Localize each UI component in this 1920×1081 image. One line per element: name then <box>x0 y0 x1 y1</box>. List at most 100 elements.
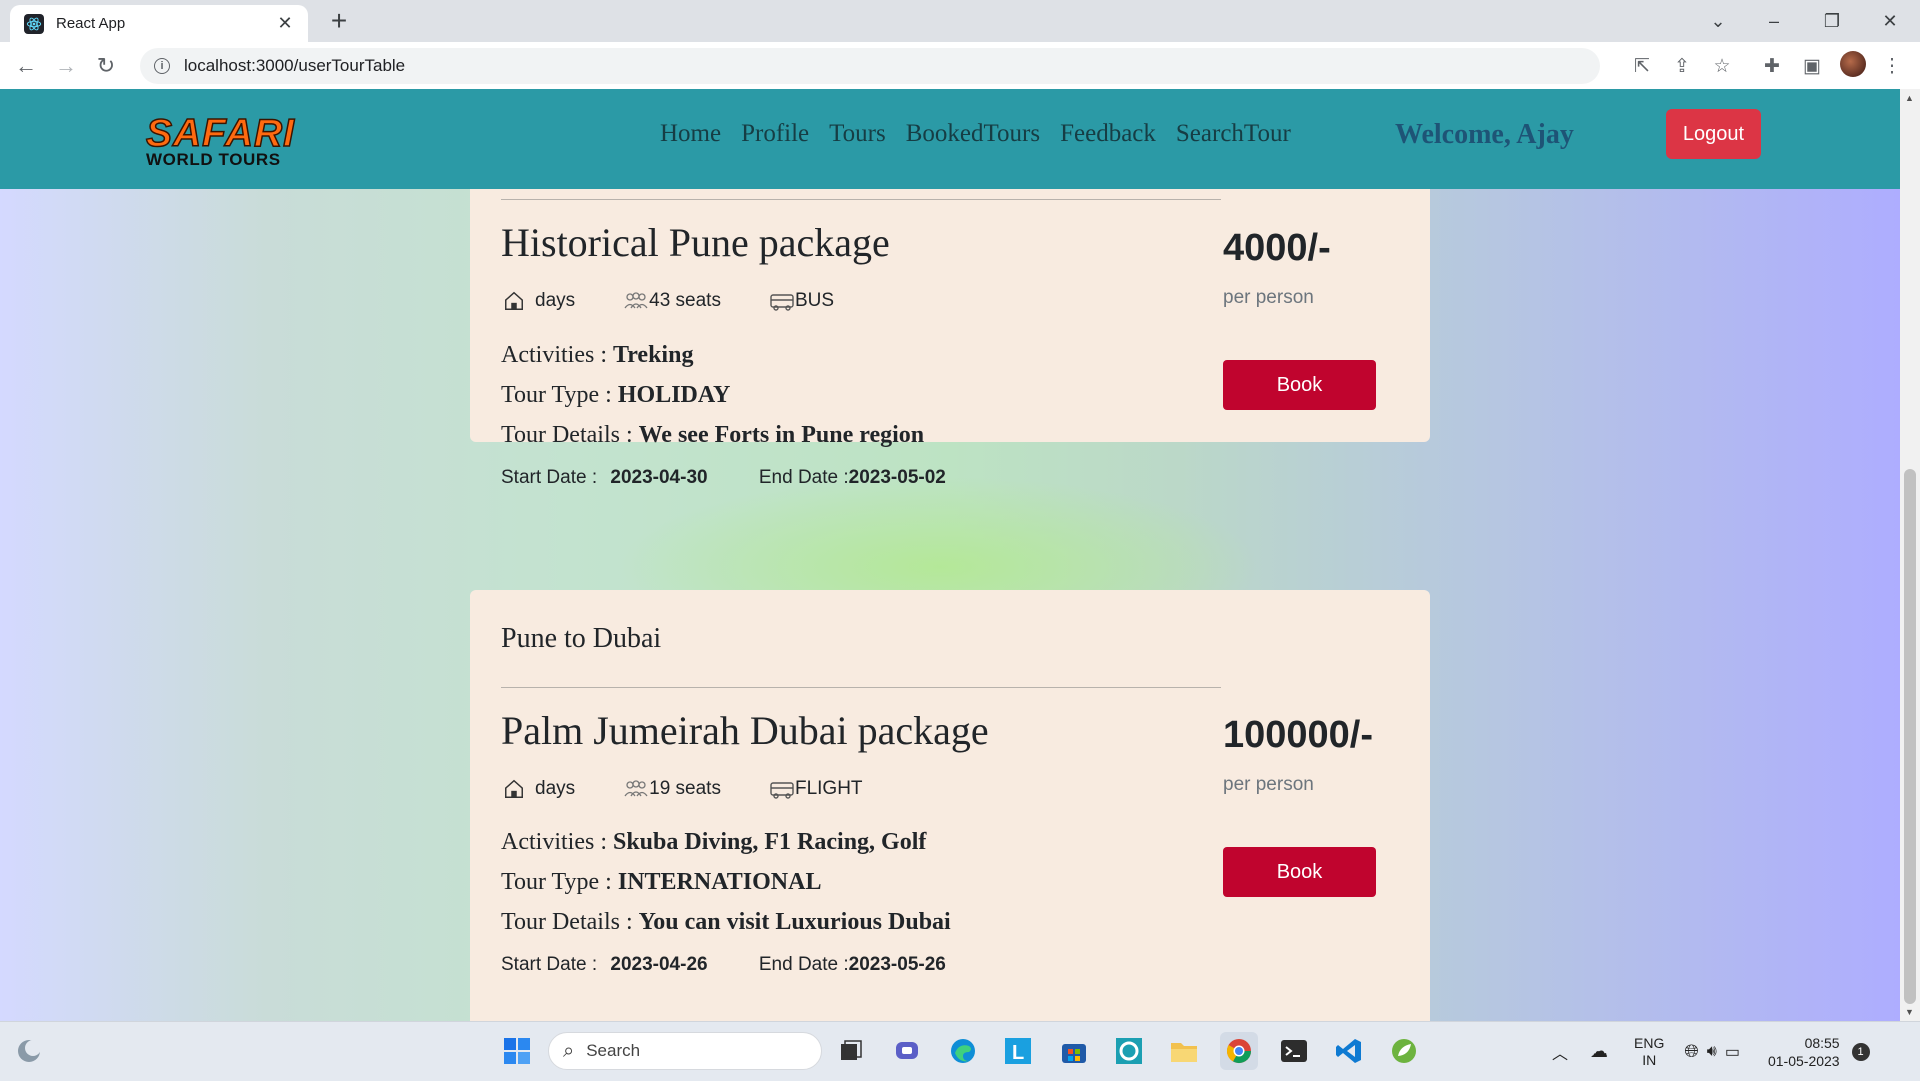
battery-icon[interactable]: ▭ <box>1725 1042 1740 1062</box>
teams-chat-icon[interactable] <box>888 1032 926 1070</box>
close-tab-icon[interactable]: ✕ <box>274 13 296 34</box>
language-indicator[interactable]: ENG IN <box>1634 1035 1664 1069</box>
tour-type-label: Tour Type : <box>501 869 612 895</box>
site-info-icon[interactable]: i <box>154 58 170 74</box>
tour-type-value: INTERNATIONAL <box>617 869 822 895</box>
side-panel-icon[interactable]: ▣ <box>1797 51 1827 81</box>
restore-window-icon[interactable]: ❐ <box>1810 6 1854 36</box>
seats-count: 43 seats <box>649 290 721 311</box>
card-divider <box>501 687 1221 688</box>
tour-type-label: Tour Type : <box>501 382 612 408</box>
tour-details-line: Tour Details : We see Forts in Pune regi… <box>501 422 924 449</box>
tour-route: Pune to Dubai <box>501 623 662 654</box>
tour-dates-line: Start Date : 2023-04-26 End Date :2023-0… <box>501 954 946 976</box>
weather-widget-icon[interactable] <box>10 1032 48 1070</box>
bookmark-star-icon[interactable]: ☆ <box>1707 51 1737 81</box>
task-view-icon[interactable] <box>832 1032 870 1070</box>
show-hidden-icons-chevron-icon[interactable]: ︿ <box>1552 1040 1568 1064</box>
url-text[interactable]: localhost:3000/userTourTable <box>184 56 405 76</box>
tour-name: Palm Jumeirah Dubai package <box>501 708 989 753</box>
nav-link-profile[interactable]: Profile <box>741 120 809 148</box>
activities-label: Activities : <box>501 342 607 368</box>
house-icon <box>501 289 527 313</box>
clock[interactable]: 08:55 01-05-2023 <box>1768 1034 1840 1070</box>
people-icon <box>623 289 649 313</box>
cortana-icon[interactable] <box>1110 1032 1148 1070</box>
windows-taskbar: ⌕ Search L ︿ ☁ ENG IN 🌐︎ 🔊︎ ▭ 08:55 01-0… <box>0 1021 1920 1081</box>
notification-badge[interactable]: 1 <box>1851 1042 1870 1061</box>
card-divider <box>501 199 1221 200</box>
activities-label: Activities : <box>501 829 607 855</box>
start-date-label: Start Date : <box>501 954 598 975</box>
svg-text:L: L <box>1012 1042 1024 1064</box>
page-scrollbar[interactable]: ▲ ▼ <box>1900 89 1920 1021</box>
transport-mode: BUS <box>794 290 835 311</box>
tour-card: Pune to Dubai Palm Jumeirah Dubai packag… <box>470 590 1430 1021</box>
spring-tool-suite-icon[interactable] <box>1385 1032 1423 1070</box>
safari-logo[interactable]: SAFARI WORLD TOURS <box>145 113 318 168</box>
start-date-label: Start Date : <box>501 467 598 488</box>
end-date-label: End Date : <box>758 954 849 975</box>
new-tab-button[interactable]: + <box>324 6 354 36</box>
vehicle-icon <box>769 777 795 801</box>
open-in-app-icon[interactable]: ⇱ <box>1627 51 1657 81</box>
microsoft-store-icon[interactable] <box>1055 1032 1093 1070</box>
start-windows-icon[interactable] <box>498 1032 536 1070</box>
tour-details-value: You can visit Luxurious Dubai <box>638 909 951 935</box>
tour-type-line: Tour Type : HOLIDAY <box>501 382 730 409</box>
back-arrow-icon[interactable]: ← <box>10 50 42 82</box>
minimize-window-icon[interactable]: – <box>1752 6 1796 36</box>
clock-date: 01-05-2023 <box>1767 1052 1840 1069</box>
browser-tab-strip: React App ✕ + ⌄ – ❐ ✕ <box>0 0 1920 42</box>
tab-search-chevron-icon[interactable]: ⌄ <box>1696 6 1740 36</box>
tour-details-value: We see Forts in Pune region <box>638 422 925 448</box>
seats-count: 19 seats <box>649 778 721 799</box>
tour-details-label: Tour Details : <box>501 909 633 935</box>
logout-button[interactable]: Logout <box>1666 109 1761 159</box>
days-label: days <box>535 290 576 311</box>
tour-details-label: Tour Details : <box>501 422 633 448</box>
close-window-icon[interactable]: ✕ <box>1868 6 1912 36</box>
nav-link-home[interactable]: Home <box>660 120 721 148</box>
onedrive-cloud-icon[interactable]: ☁ <box>1590 1041 1608 1062</box>
reload-icon[interactable]: ↻ <box>90 50 122 82</box>
l-app-icon[interactable]: L <box>999 1032 1037 1070</box>
book-button[interactable]: Book <box>1223 847 1376 897</box>
terminal-icon[interactable] <box>1275 1032 1313 1070</box>
end-date-value: 2023-05-26 <box>848 954 946 975</box>
volume-icon[interactable]: 🔊︎ <box>1707 1043 1717 1061</box>
start-date-value: 2023-04-30 <box>610 467 708 488</box>
activities-line: Activities : Treking <box>501 342 693 369</box>
nav-link-feedback[interactable]: Feedback <box>1060 120 1156 148</box>
edge-browser-icon[interactable] <box>944 1032 982 1070</box>
vehicle-icon <box>769 289 795 313</box>
scroll-down-arrow-icon[interactable]: ▼ <box>1905 1007 1914 1017</box>
tour-dates-line: Start Date : 2023-04-30 End Date :2023-0… <box>501 467 946 489</box>
scroll-up-arrow-icon[interactable]: ▲ <box>1905 93 1914 103</box>
taskbar-search[interactable]: ⌕ Search <box>548 1032 822 1070</box>
region-code: IN <box>1642 1051 1657 1068</box>
per-person-label: per person <box>1223 774 1314 795</box>
tour-price: 4000/- <box>1223 227 1331 269</box>
browser-toolbar: ← → ↻ i localhost:3000/userTourTable ⇱ ⇪… <box>0 42 1920 90</box>
browser-tab[interactable]: React App ✕ <box>10 5 308 42</box>
scrollbar-thumb[interactable] <box>1904 469 1916 1004</box>
address-bar[interactable]: i localhost:3000/userTourTable <box>140 48 1600 84</box>
extensions-puzzle-icon[interactable]: ✚ <box>1757 51 1787 81</box>
end-date-label: End Date : <box>758 467 849 488</box>
chrome-browser-icon[interactable] <box>1220 1032 1258 1070</box>
vscode-icon[interactable] <box>1330 1032 1368 1070</box>
forward-arrow-icon[interactable]: → <box>50 50 82 82</box>
nav-link-search-tour[interactable]: SearchTour <box>1176 120 1291 148</box>
share-icon[interactable]: ⇪ <box>1667 51 1697 81</box>
browser-menu-icon[interactable]: ⋮ <box>1877 51 1907 81</box>
nav-link-tours[interactable]: Tours <box>829 120 886 148</box>
transport-mode: FLIGHT <box>794 778 863 799</box>
network-globe-icon[interactable]: 🌐︎ <box>1684 1041 1698 1062</box>
profile-avatar[interactable] <box>1840 51 1866 77</box>
book-button[interactable]: Book <box>1223 360 1376 410</box>
people-icon <box>623 777 649 801</box>
nav-link-booked-tours[interactable]: BookedTours <box>906 120 1040 148</box>
file-explorer-icon[interactable] <box>1165 1032 1203 1070</box>
activities-line: Activities : Skuba Diving, F1 Racing, Go… <box>501 829 926 856</box>
